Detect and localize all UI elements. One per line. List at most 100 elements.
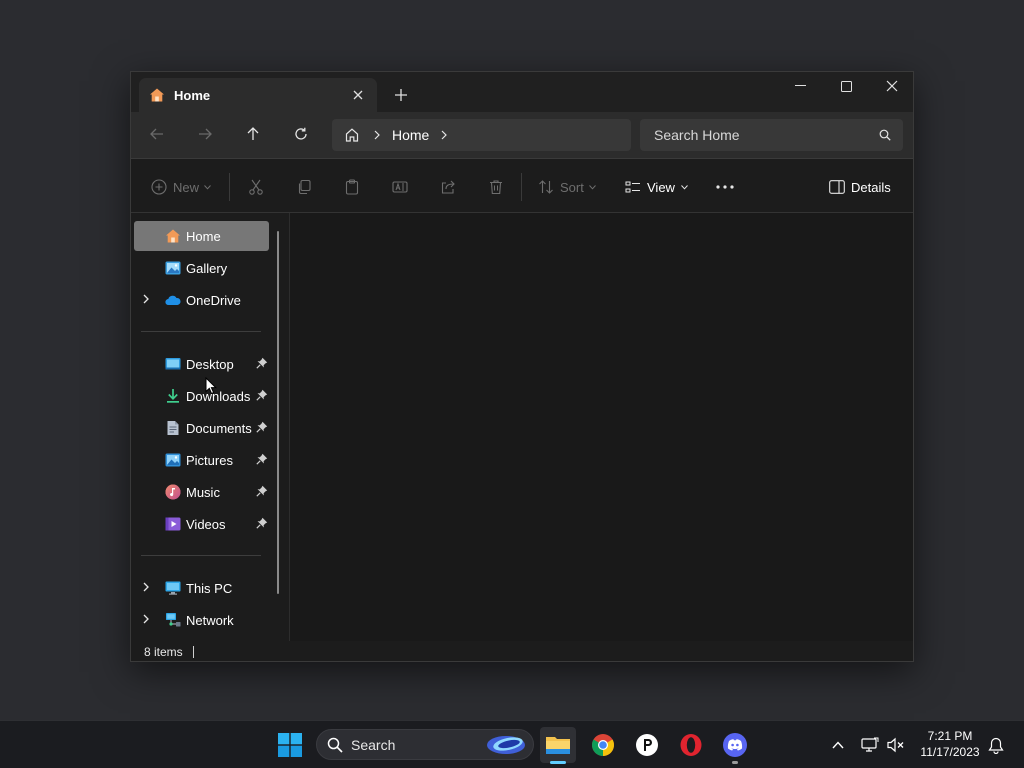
home-icon bbox=[149, 87, 165, 103]
taskbar: Search 7:21 PM 11/17/2023 bbox=[0, 720, 1024, 768]
view-button[interactable]: View bbox=[625, 173, 688, 201]
show-hidden-icons-button[interactable] bbox=[826, 727, 850, 763]
network-status-button[interactable] bbox=[858, 727, 882, 763]
taskbar-chrome[interactable] bbox=[585, 727, 621, 763]
title-bar: Home bbox=[131, 72, 913, 112]
copy-button[interactable] bbox=[296, 173, 312, 201]
nav-item-onedrive[interactable]: OneDrive bbox=[134, 285, 269, 315]
paste-button[interactable] bbox=[344, 173, 360, 201]
tab-close-icon[interactable] bbox=[349, 86, 367, 104]
nav-item-downloads[interactable]: Downloads bbox=[134, 381, 269, 411]
content-area[interactable] bbox=[290, 213, 913, 641]
network-icon bbox=[165, 612, 181, 628]
address-bar[interactable]: Home bbox=[332, 119, 631, 151]
nav-item-label: Desktop bbox=[186, 356, 234, 372]
windows-logo-icon bbox=[278, 733, 302, 757]
file-explorer-icon bbox=[545, 734, 571, 756]
refresh-button[interactable] bbox=[285, 120, 317, 148]
nav-item-desktop[interactable]: Desktop bbox=[134, 349, 269, 379]
nav-item-documents[interactable]: Documents bbox=[134, 413, 269, 443]
delete-button[interactable] bbox=[488, 173, 504, 201]
chevron-down-icon bbox=[588, 184, 596, 190]
sort-label: Sort bbox=[560, 179, 584, 195]
toolbar-divider bbox=[229, 173, 230, 201]
desktop-icon bbox=[165, 356, 181, 372]
start-button[interactable] bbox=[272, 727, 308, 763]
list-view-icon bbox=[625, 179, 641, 195]
more-options-button[interactable] bbox=[716, 173, 734, 201]
close-window-button[interactable] bbox=[869, 72, 913, 100]
search-input[interactable]: Search Home bbox=[640, 119, 903, 151]
tab-home[interactable]: Home bbox=[139, 78, 377, 112]
pin-icon[interactable] bbox=[256, 485, 268, 497]
bell-icon bbox=[988, 737, 1004, 754]
navigation-pane: Home Gallery OneDrive Desktop Downloads … bbox=[131, 213, 289, 641]
item-count: 8 items bbox=[144, 645, 183, 659]
breadcrumb-home[interactable]: Home bbox=[392, 127, 429, 143]
nav-item-this-pc[interactable]: This PC bbox=[134, 573, 269, 603]
toolbar-divider bbox=[521, 173, 522, 201]
search-icon bbox=[879, 129, 891, 141]
share-button[interactable] bbox=[440, 173, 456, 201]
taskbar-pocket-app[interactable] bbox=[629, 727, 665, 763]
nav-item-home[interactable]: Home bbox=[134, 221, 269, 251]
new-button[interactable]: New bbox=[151, 173, 211, 201]
nav-item-label: Downloads bbox=[186, 388, 251, 404]
chevron-right-icon[interactable] bbox=[143, 582, 149, 592]
status-bar: 8 items bbox=[131, 641, 913, 661]
tab-title: Home bbox=[174, 87, 211, 103]
pin-icon[interactable] bbox=[256, 517, 268, 529]
notifications-button[interactable] bbox=[984, 727, 1008, 763]
view-label: View bbox=[647, 179, 675, 195]
downloads-icon bbox=[165, 388, 181, 404]
nav-divider bbox=[141, 331, 261, 332]
chevron-right-icon[interactable] bbox=[143, 294, 149, 304]
maximize-button[interactable] bbox=[823, 72, 869, 100]
system-clock[interactable]: 7:21 PM 11/17/2023 bbox=[915, 728, 985, 760]
videos-icon bbox=[165, 516, 181, 532]
nav-item-label: Gallery bbox=[186, 260, 228, 276]
pictures-icon bbox=[165, 452, 181, 468]
taskbar-file-explorer[interactable] bbox=[540, 727, 576, 763]
pin-icon[interactable] bbox=[256, 421, 268, 433]
nav-item-label: Music bbox=[186, 484, 220, 500]
volume-button[interactable] bbox=[884, 727, 908, 763]
taskbar-discord[interactable] bbox=[717, 727, 753, 763]
taskbar-search[interactable]: Search bbox=[316, 729, 534, 760]
chevron-up-icon bbox=[832, 741, 844, 749]
chevron-right-icon[interactable] bbox=[441, 130, 448, 140]
more-icon bbox=[716, 185, 734, 189]
home-icon bbox=[165, 228, 181, 244]
chevron-right-icon[interactable] bbox=[143, 614, 149, 624]
rename-button[interactable] bbox=[392, 173, 408, 201]
search-icon bbox=[327, 737, 343, 753]
nav-pane-scrollbar[interactable] bbox=[277, 231, 279, 594]
nav-item-network[interactable]: Network bbox=[134, 605, 269, 635]
pin-icon[interactable] bbox=[256, 389, 268, 401]
minimize-button[interactable] bbox=[777, 72, 823, 100]
nav-item-gallery[interactable]: Gallery bbox=[134, 253, 269, 283]
copy-icon bbox=[296, 179, 312, 195]
forward-button[interactable] bbox=[189, 120, 221, 148]
pin-icon[interactable] bbox=[256, 357, 268, 369]
nav-item-music[interactable]: Music bbox=[134, 477, 269, 507]
back-button[interactable] bbox=[141, 120, 173, 148]
details-button[interactable]: Details bbox=[829, 173, 891, 201]
search-placeholder: Search Home bbox=[654, 127, 740, 143]
nav-item-videos[interactable]: Videos bbox=[134, 509, 269, 539]
chevron-right-icon[interactable] bbox=[374, 130, 380, 140]
cut-button[interactable] bbox=[248, 173, 264, 201]
pin-icon[interactable] bbox=[256, 453, 268, 465]
sort-button[interactable]: Sort bbox=[538, 173, 596, 201]
nav-item-pictures[interactable]: Pictures bbox=[134, 445, 269, 475]
search-highlight-icon bbox=[485, 733, 527, 757]
taskbar-opera[interactable] bbox=[673, 727, 709, 763]
clock-time: 7:21 PM bbox=[927, 729, 973, 743]
nav-divider bbox=[141, 555, 261, 556]
up-button[interactable] bbox=[237, 120, 269, 148]
new-tab-button[interactable] bbox=[390, 84, 412, 106]
nav-item-label: This PC bbox=[186, 580, 233, 596]
scissors-icon bbox=[248, 179, 264, 195]
clipboard-icon bbox=[344, 179, 360, 195]
sort-icon bbox=[538, 179, 554, 195]
